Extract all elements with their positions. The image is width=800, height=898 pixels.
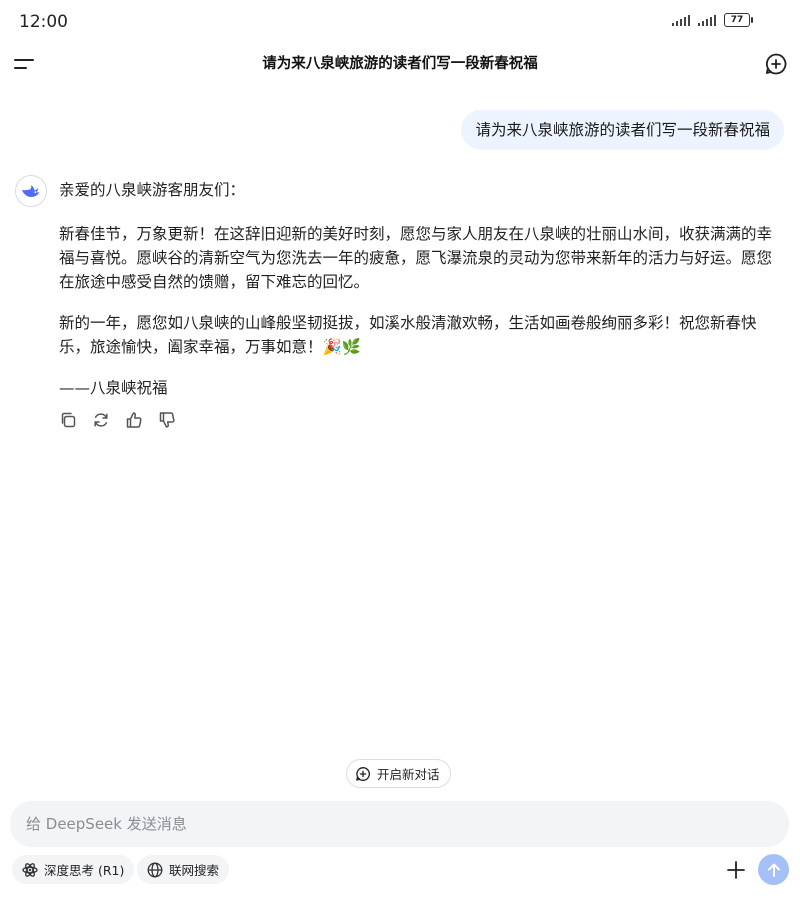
deep-think-toggle[interactable]: 深度思考 (R1): [12, 855, 135, 884]
top-bar: 请为来八泉峡旅游的读者们写一段新春祝福: [0, 44, 800, 84]
deepseek-whale-icon: [22, 185, 40, 197]
new-chat-button[interactable]: 开启新对话: [346, 759, 451, 788]
refresh-icon[interactable]: [92, 411, 110, 429]
cellular-signal-2-icon: [698, 14, 716, 26]
chat-title: 请为来八泉峡旅游的读者们写一段新春祝福: [262, 56, 538, 72]
reply-paragraph-2: 新的一年，愿您如八泉峡的山峰般坚韧挺拔，如溪水般清澈欢畅，生活如画卷般绚丽多彩！…: [59, 314, 757, 356]
message-actions: [59, 411, 176, 429]
assistant-avatar: [15, 175, 47, 207]
reply-greeting: 亲爱的八泉峡游客朋友们：: [59, 181, 246, 199]
arrow-up-icon: [767, 863, 780, 877]
assistant-message: 亲爱的八泉峡游客朋友们： 新春佳节，万象更新！在这辞旧迎新的美好时刻，愿您与家人…: [59, 178, 779, 400]
message-composer: [10, 801, 789, 847]
deep-think-label: 深度思考 (R1): [44, 863, 125, 878]
cellular-signal-icon: [672, 14, 690, 26]
status-indicators: 77: [672, 13, 753, 27]
globe-icon: [147, 862, 163, 877]
reply-paragraph-1: 新春佳节，万象更新！在这辞旧迎新的美好时刻，愿您与家人朋友在八泉峡的壮丽山水间，…: [59, 225, 773, 291]
message-input[interactable]: [24, 814, 775, 834]
thumbs-down-icon[interactable]: [158, 411, 176, 429]
user-message: 请为来八泉峡旅游的读者们写一段新春祝福: [461, 110, 784, 150]
web-search-label: 联网搜索: [169, 863, 220, 878]
copy-icon[interactable]: [59, 411, 77, 429]
plus-icon[interactable]: [725, 859, 747, 881]
battery-icon: 77: [724, 13, 753, 27]
status-time: 12:00: [19, 12, 68, 32]
atom-icon: [22, 862, 38, 877]
new-chat-icon[interactable]: [764, 52, 788, 76]
reply-signature: ——八泉峡祝福: [59, 379, 168, 397]
web-search-toggle[interactable]: 联网搜索: [137, 855, 230, 884]
status-bar: 12:00 77: [0, 0, 800, 44]
thumbs-up-icon[interactable]: [125, 411, 143, 429]
new-chat-small-icon: [356, 766, 370, 781]
send-button[interactable]: [758, 854, 789, 885]
new-chat-label: 开启新对话: [377, 767, 440, 782]
